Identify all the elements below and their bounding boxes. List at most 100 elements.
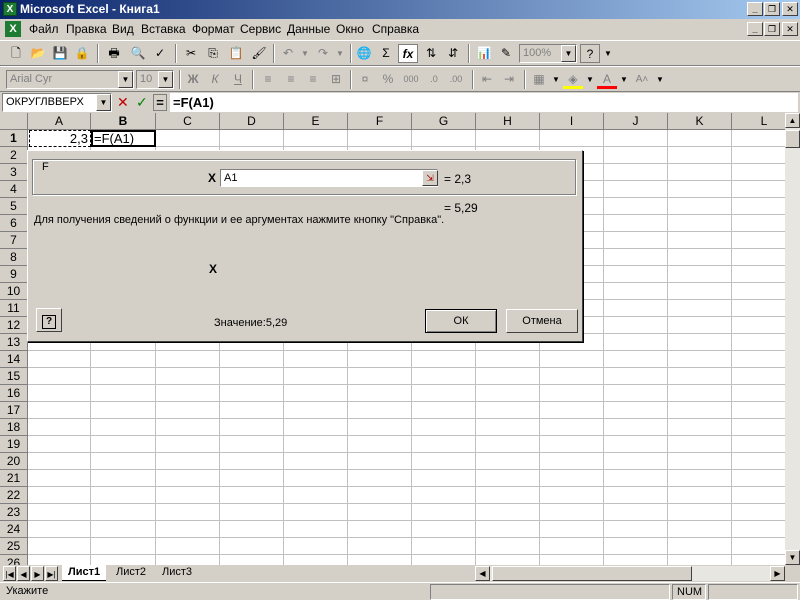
row-header-13[interactable]: 13 <box>0 334 28 351</box>
horizontal-scrollbar[interactable]: ◀ ▶ <box>475 566 785 581</box>
menu-file[interactable]: Файл <box>29 22 59 36</box>
select-all-corner[interactable] <box>0 113 28 130</box>
column-header-h[interactable]: H <box>476 113 540 130</box>
sheet-tab-2[interactable]: Лист2 <box>110 565 152 581</box>
row-header-9[interactable]: 9 <box>0 266 28 283</box>
copy-icon[interactable]: ⎘ <box>203 44 223 63</box>
print-preview-icon[interactable]: 🔍 <box>128 44 148 63</box>
increase-decimal-icon[interactable]: .0 <box>424 70 444 89</box>
align-left-icon[interactable]: ≡ <box>258 70 278 89</box>
doc-restore-button[interactable]: ❐ <box>764 22 780 36</box>
sort-descending-icon[interactable]: ⇵ <box>443 44 463 63</box>
column-header-c[interactable]: C <box>156 113 220 130</box>
column-header-a[interactable]: A <box>28 113 91 130</box>
row-header-7[interactable]: 7 <box>0 232 28 249</box>
cell-a1[interactable]: 2,3 <box>29 130 91 147</box>
hyperlink-icon[interactable]: 🌐 <box>354 44 374 63</box>
name-box[interactable]: ОКРУГЛВВЕРХ ▼ <box>2 93 112 112</box>
format-painter-icon[interactable]: 🖌 <box>249 44 269 63</box>
row-header-1[interactable]: 1 <box>0 130 28 147</box>
percent-button[interactable]: % <box>378 70 398 89</box>
row-header-22[interactable]: 22 <box>0 487 28 504</box>
currency-icon[interactable]: ¤ <box>355 70 375 89</box>
excel-app-icon[interactable]: X <box>3 2 17 16</box>
formula-input[interactable]: =F(A1) <box>170 93 798 112</box>
bold-button[interactable]: Ж <box>183 70 203 89</box>
font-color-dropdown-icon[interactable]: ▼ <box>614 70 634 89</box>
ok-button[interactable]: ОК <box>425 309 497 333</box>
sort-ascending-icon[interactable]: ⇅ <box>421 44 441 63</box>
row-header-24[interactable]: 24 <box>0 521 28 538</box>
column-header-g[interactable]: G <box>412 113 476 130</box>
equals-button[interactable]: = <box>153 94 167 111</box>
next-sheet-icon[interactable]: ▶ <box>31 566 44 581</box>
column-header-k[interactable]: K <box>668 113 732 130</box>
enter-check-icon[interactable]: ✓ <box>136 94 148 111</box>
decrease-decimal-icon[interactable]: .00 <box>446 70 466 89</box>
row-header-6[interactable]: 6 <box>0 215 28 232</box>
row-header-15[interactable]: 15 <box>0 368 28 385</box>
increase-indent-icon[interactable]: ⇥ <box>499 70 519 89</box>
menu-help[interactable]: Справка <box>372 22 419 36</box>
column-header-i[interactable]: I <box>540 113 604 130</box>
minimize-button[interactable]: _ <box>747 2 763 16</box>
undo-dropdown-icon[interactable]: ▼ <box>295 44 315 63</box>
row-header-2[interactable]: 2 <box>0 147 28 164</box>
row-header-23[interactable]: 23 <box>0 504 28 521</box>
open-icon[interactable]: 📂 <box>28 44 48 63</box>
row-header-16[interactable]: 16 <box>0 385 28 402</box>
first-sheet-icon[interactable]: |◀ <box>3 566 16 581</box>
drawing-icon[interactable]: ✎ <box>496 44 516 63</box>
column-header-l[interactable]: L <box>732 113 785 130</box>
column-header-b[interactable]: B <box>91 113 156 130</box>
permission-icon[interactable]: 🔒 <box>72 44 92 63</box>
close-button[interactable]: ✕ <box>782 2 798 16</box>
align-center-icon[interactable]: ≡ <box>281 70 301 89</box>
scroll-right-icon[interactable]: ▶ <box>770 566 785 581</box>
font-size-combo[interactable]: 10 ▼ <box>136 70 174 89</box>
row-header-25[interactable]: 25 <box>0 538 28 555</box>
scroll-up-icon[interactable]: ▲ <box>785 113 800 128</box>
chevron-down-icon[interactable]: ▼ <box>561 45 576 62</box>
toolbar-options-icon[interactable]: ▼ <box>650 70 670 89</box>
column-header-f[interactable]: F <box>348 113 412 130</box>
spelling-icon[interactable]: ✓ <box>150 44 170 63</box>
help-button[interactable]: ? <box>36 308 62 332</box>
row-header-26[interactable]: 26 <box>0 555 28 565</box>
row-header-19[interactable]: 19 <box>0 436 28 453</box>
italic-button[interactable]: К <box>205 70 225 89</box>
row-header-18[interactable]: 18 <box>0 419 28 436</box>
new-icon[interactable]: 🗋 <box>6 44 26 63</box>
zoom-combo[interactable]: 100% ▼ <box>519 44 577 63</box>
row-header-4[interactable]: 4 <box>0 181 28 198</box>
row-header-10[interactable]: 10 <box>0 283 28 300</box>
cell-b1[interactable]: =F(A1) <box>91 130 156 147</box>
underline-button[interactable]: Ч <box>228 70 248 89</box>
autosum-icon[interactable]: Σ <box>376 44 396 63</box>
chevron-down-icon[interactable]: ▼ <box>158 71 173 88</box>
align-right-icon[interactable]: ≡ <box>303 70 323 89</box>
row-header-3[interactable]: 3 <box>0 164 28 181</box>
menu-insert[interactable]: Вставка <box>141 22 186 36</box>
menu-view[interactable]: Вид <box>112 22 134 36</box>
menu-data[interactable]: Данные <box>287 22 330 36</box>
function-icon[interactable]: fx <box>398 44 418 63</box>
column-header-d[interactable]: D <box>220 113 284 130</box>
row-header-21[interactable]: 21 <box>0 470 28 487</box>
thousands-button[interactable]: 000 <box>401 70 421 89</box>
row-header-12[interactable]: 12 <box>0 317 28 334</box>
font-size-change-icon[interactable]: A˄ <box>632 70 652 89</box>
chevron-down-icon[interactable]: ▼ <box>96 94 111 111</box>
row-header-8[interactable]: 8 <box>0 249 28 266</box>
cut-icon[interactable]: ✂ <box>181 44 201 63</box>
paste-icon[interactable]: 📋 <box>226 44 246 63</box>
column-header-e[interactable]: E <box>284 113 348 130</box>
title-bar[interactable]: X Microsoft Excel - Книга1 _ ❐ ✕ <box>0 0 800 19</box>
scroll-left-icon[interactable]: ◀ <box>475 566 490 581</box>
menu-edit[interactable]: Правка <box>66 22 107 36</box>
row-header-17[interactable]: 17 <box>0 402 28 419</box>
cancel-button[interactable]: Отмена <box>506 309 578 333</box>
toolbar-options-icon[interactable]: ▼ <box>598 44 618 63</box>
last-sheet-icon[interactable]: ▶| <box>45 566 58 581</box>
scroll-thumb[interactable] <box>785 130 800 148</box>
